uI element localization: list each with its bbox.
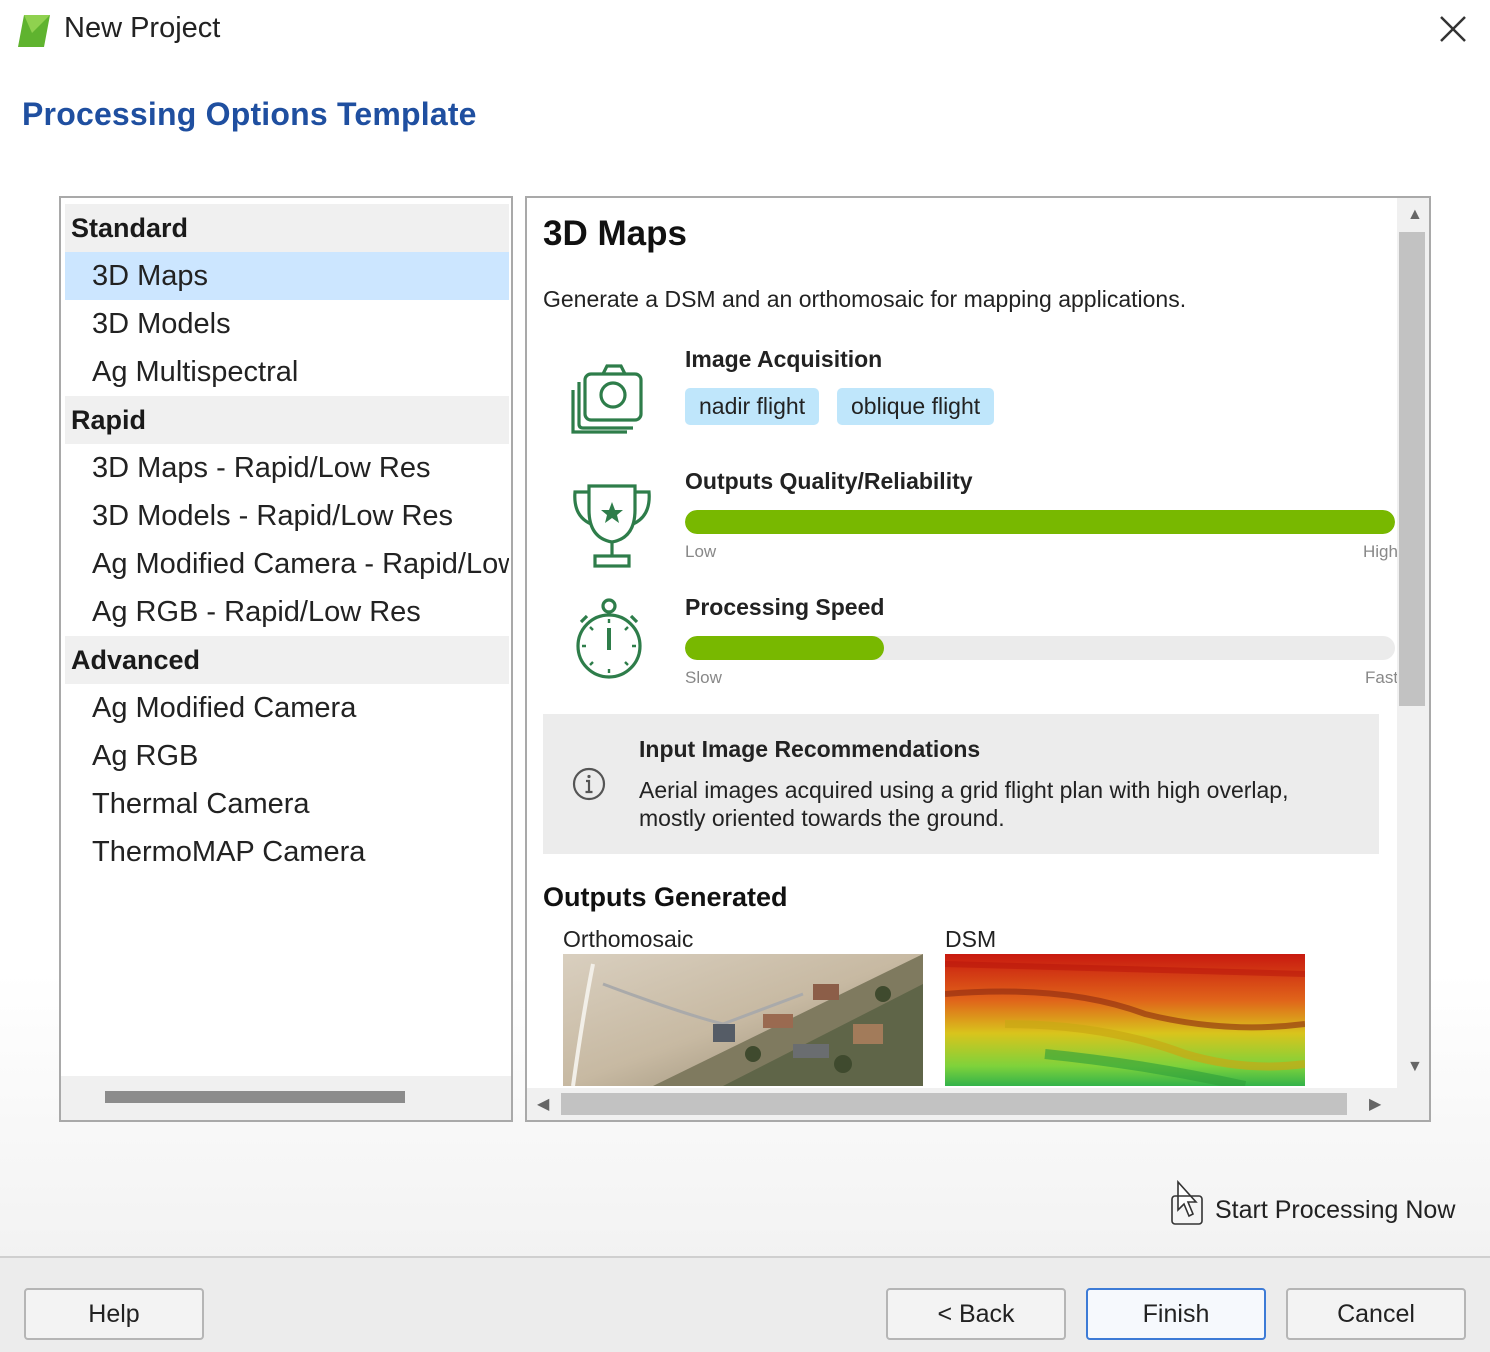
trophy-icon <box>573 484 651 568</box>
template-detail-panel: 3D Maps Generate a DSM and an orthomosai… <box>525 196 1431 1122</box>
speed-high-label: Fast <box>1365 668 1397 687</box>
tag-oblique-flight: oblique flight <box>837 388 995 425</box>
template-item-thermomap-camera[interactable]: ThermoMAP Camera <box>65 828 509 876</box>
quality-low-label: Low <box>685 542 717 561</box>
start-processing-now-label[interactable]: Start Processing Now <box>1215 1196 1455 1225</box>
detail-title: 3D Maps <box>543 214 687 253</box>
orthomosaic-thumbnail <box>563 954 923 1086</box>
help-button[interactable]: Help <box>24 1288 204 1340</box>
template-item-3d-models[interactable]: 3D Models <box>65 300 509 348</box>
app-logo-icon <box>18 15 50 47</box>
speed-bar-fill <box>685 636 884 660</box>
template-item-3d-maps-rapid[interactable]: 3D Maps - Rapid/Low Res <box>65 444 509 492</box>
group-header-rapid: Rapid <box>65 396 509 444</box>
scrollbar-thumb[interactable] <box>561 1093 1347 1115</box>
recommendation-title: Input Image Recommendations <box>639 736 981 762</box>
camera-stack-icon <box>571 364 643 434</box>
template-item-thermal-camera[interactable]: Thermal Camera <box>65 780 509 828</box>
tag-nadir-flight: nadir flight <box>685 388 820 425</box>
template-item-ag-modified-camera[interactable]: Ag Modified Camera <box>65 684 509 732</box>
dsm-thumbnail <box>945 954 1305 1086</box>
detail-vertical-scrollbar[interactable]: ▲ ▼ <box>1397 198 1429 1088</box>
output-label-dsm: DSM <box>945 926 997 952</box>
detail-description: Generate a DSM and an orthomosaic for ma… <box>543 286 1187 312</box>
template-list-horizontal-scrollbar[interactable] <box>61 1076 511 1120</box>
template-item-3d-models-rapid[interactable]: 3D Models - Rapid/Low Res <box>65 492 509 540</box>
template-list[interactable]: Standard 3D Maps 3D Models Ag Multispect… <box>59 196 513 1122</box>
quality-bar <box>685 510 1395 534</box>
stopwatch-icon <box>576 598 642 679</box>
quality-high-label: High <box>1363 542 1397 561</box>
scrollbar-thumb[interactable] <box>1399 232 1425 706</box>
outputs-title: Outputs Generated <box>543 882 788 912</box>
image-acquisition-label: Image Acquisition <box>685 346 883 372</box>
scroll-right-icon[interactable]: ▶ <box>1369 1094 1381 1114</box>
detail-horizontal-scrollbar[interactable]: ◀ ▶ <box>527 1088 1429 1120</box>
mouse-cursor-icon <box>1171 1180 1203 1225</box>
scrollbar-thumb[interactable] <box>105 1091 405 1103</box>
template-item-3d-maps[interactable]: 3D Maps <box>65 252 509 300</box>
speed-low-label: Slow <box>685 668 722 687</box>
quality-label: Outputs Quality/Reliability <box>685 468 973 494</box>
finish-button[interactable]: Finish <box>1086 1288 1266 1340</box>
recommendation-box: Input Image Recommendations Aerial image… <box>543 714 1379 854</box>
title-bar: New Project <box>0 0 1490 62</box>
template-item-ag-multispectral[interactable]: Ag Multispectral <box>65 348 509 396</box>
template-item-ag-rgb[interactable]: Ag RGB <box>65 732 509 780</box>
footer <box>0 1258 1490 1352</box>
group-header-advanced: Advanced <box>65 636 509 684</box>
info-icon <box>572 767 606 801</box>
page-heading: Processing Options Template <box>22 96 477 132</box>
scroll-down-icon[interactable]: ▼ <box>1407 1058 1423 1076</box>
scroll-left-icon[interactable]: ◀ <box>537 1094 549 1114</box>
template-item-ag-modified-camera-rapid[interactable]: Ag Modified Camera - Rapid/Low Res <box>65 540 509 588</box>
group-header-standard: Standard <box>65 204 509 252</box>
quality-bar-fill <box>685 510 1395 534</box>
speed-label: Processing Speed <box>685 594 885 620</box>
recommendation-text: Aerial images acquired using a grid flig… <box>639 777 1289 831</box>
back-button[interactable]: < Back <box>886 1288 1066 1340</box>
window-title: New Project <box>64 12 221 44</box>
close-icon[interactable] <box>1436 12 1470 46</box>
template-item-ag-rgb-rapid[interactable]: Ag RGB - Rapid/Low Res <box>65 588 509 636</box>
scroll-up-icon[interactable]: ▲ <box>1407 206 1423 224</box>
cancel-button[interactable]: Cancel <box>1286 1288 1466 1340</box>
speed-bar <box>685 636 1395 660</box>
output-label-orthomosaic: Orthomosaic <box>563 926 694 952</box>
